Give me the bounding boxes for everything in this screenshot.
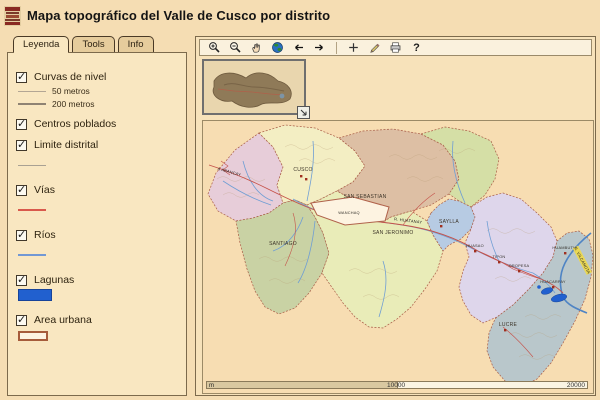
swatch-fill-lagunas: [18, 289, 52, 301]
arrow-left-icon: [292, 41, 305, 54]
district-map[interactable]: CUSCO WANCHAQ SAN SEBASTIAN SANTIAGO SAN…: [203, 121, 593, 393]
checkbox-curvas-de-nivel[interactable]: [16, 72, 27, 83]
swatch-line-limite: [18, 165, 46, 166]
checkbox-area-urbana[interactable]: [16, 315, 27, 326]
checkbox-rios[interactable]: [16, 230, 27, 241]
map-toolbar: ?: [199, 39, 592, 56]
scale-mid-label: 10000: [387, 382, 405, 390]
legend-sublabel-200m: 200 metros: [52, 99, 95, 109]
crosshair-plus-icon: [347, 41, 360, 54]
zoom-in-button[interactable]: [206, 40, 223, 55]
resize-arrow-icon: [299, 108, 308, 117]
pan-hand-icon: [250, 41, 263, 54]
tab-tools[interactable]: Tools: [72, 36, 114, 52]
swatch-outline-area-urbana: [18, 331, 48, 341]
label-district-santiago: SANTIAGO: [269, 241, 297, 247]
legend-sublabel-50m: 50 metros: [52, 86, 90, 96]
overview-resize-button[interactable]: [297, 106, 310, 119]
measure-button[interactable]: [366, 40, 383, 55]
map-panel: ?: [195, 36, 596, 396]
map-viewport[interactable]: CUSCO WANCHAQ SAN SEBASTIAN SANTIAGO SAN…: [202, 120, 594, 394]
identify-button[interactable]: [345, 40, 362, 55]
printer-icon: [389, 41, 402, 54]
scale-bar-segment-1: [207, 382, 398, 388]
toolbar-separator: [336, 42, 337, 54]
label-district-san-sebastian: SAN SEBASTIAN: [344, 194, 387, 200]
globe-icon: [271, 41, 284, 54]
legend-label-lagunas: Lagunas: [34, 274, 74, 286]
checkbox-limite-distrital[interactable]: [16, 140, 27, 151]
tab-info[interactable]: Info: [118, 36, 154, 52]
legend-panel: Curvas de nivel 50 metros 200 metros Cen…: [7, 52, 187, 396]
pencil-icon: [368, 41, 381, 54]
arrow-right-icon: [313, 41, 326, 54]
label-district-cusco: CUSCO: [293, 167, 312, 173]
swatch-line-vias: [18, 209, 46, 211]
zoom-out-button[interactable]: [227, 40, 244, 55]
overview-map[interactable]: [202, 59, 306, 115]
swatch-line-rios: [18, 254, 46, 256]
label-district-wanchaq: WANCHAQ: [338, 210, 360, 215]
page-title: Mapa topográfico del Valle de Cusco por …: [27, 8, 330, 23]
full-extent-button[interactable]: [269, 40, 286, 55]
swatch-line-50m: [18, 91, 46, 92]
label-district-san-jeronimo: SAN JERONIMO: [372, 230, 413, 236]
legend-label-area-urbana: Area urbana: [34, 314, 92, 326]
back-button[interactable]: [290, 40, 307, 55]
zoom-out-icon: [229, 41, 242, 54]
label-district-lucre: LUCRE: [499, 322, 518, 328]
header: Mapa topográfico del Valle de Cusco por …: [0, 0, 600, 31]
district-polygons[interactable]: [208, 125, 593, 387]
swatch-line-200m: [18, 103, 46, 105]
legend-label-vias: Vías: [34, 184, 55, 196]
app-window: Mapa topográfico del Valle de Cusco por …: [0, 0, 600, 400]
legend-label-limite: Limite distrital: [34, 139, 98, 151]
label-place-tipon: TIPON: [493, 254, 506, 259]
forward-button[interactable]: [311, 40, 328, 55]
label-district-saylla: SAYLLA: [439, 219, 459, 225]
legend-label-centros: Centros poblados: [34, 118, 116, 130]
label-place-huasao: HUASAO: [466, 243, 484, 248]
legend-label-rios: Ríos: [34, 229, 56, 241]
overview-map-image: [204, 61, 304, 113]
pan-button[interactable]: [248, 40, 265, 55]
tab-leyenda[interactable]: Leyenda: [13, 36, 69, 52]
checkbox-vias[interactable]: [16, 185, 27, 196]
scale-end-label: 20000: [567, 382, 585, 390]
legend-label-curvas: Curvas de nivel: [34, 71, 106, 83]
label-place-huacarpay: HUACARPAY: [540, 279, 566, 284]
site-logo-icon: [4, 6, 21, 26]
print-button[interactable]: [387, 40, 404, 55]
zoom-in-icon: [208, 41, 221, 54]
label-place-oropesa: OROPESA: [509, 263, 530, 268]
scale-unit-label: m: [209, 382, 214, 390]
checkbox-lagunas[interactable]: [16, 275, 27, 286]
sidebar-tabs: Leyenda Tools Info: [13, 36, 154, 52]
help-icon: ?: [413, 42, 420, 54]
checkbox-centros-poblados[interactable]: [16, 119, 27, 130]
help-button[interactable]: ?: [408, 40, 425, 55]
scale-bar: m 10000 20000: [206, 381, 588, 389]
scale-bar-segment-2: [398, 382, 588, 388]
